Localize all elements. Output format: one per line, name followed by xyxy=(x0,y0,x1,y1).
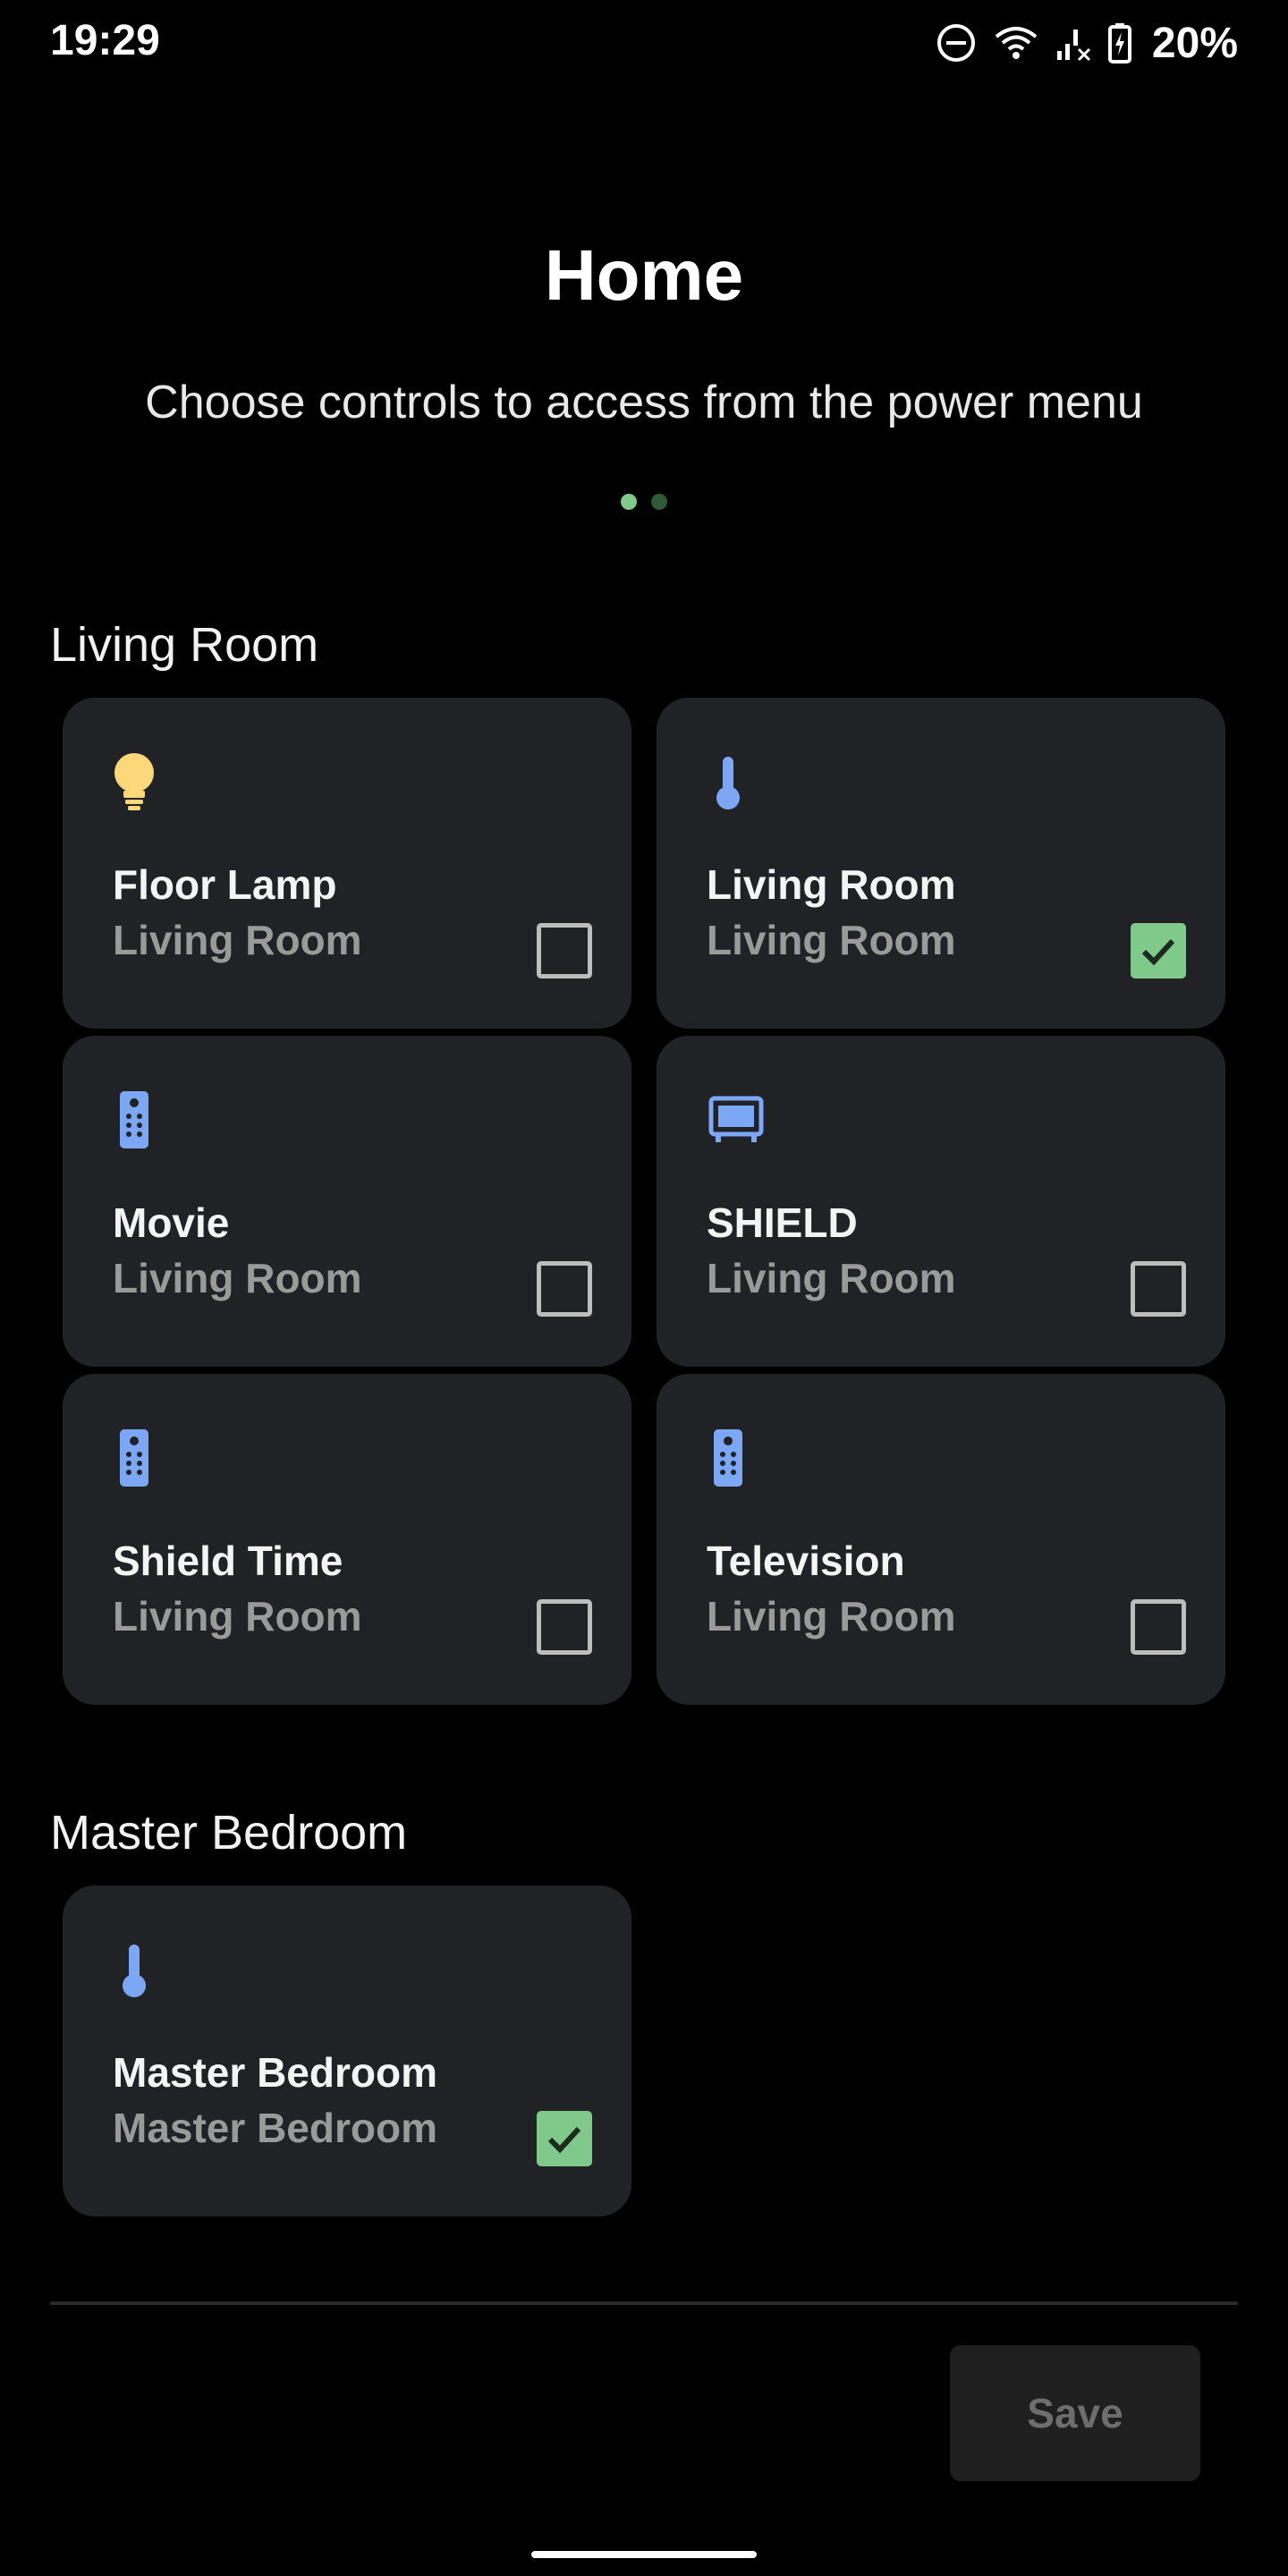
status-bar: 19:29 20% xyxy=(0,0,1288,86)
thermometer-icon xyxy=(716,757,740,809)
status-time: 19:29 xyxy=(50,17,160,64)
page-title: Home xyxy=(544,235,744,315)
signal-no-service-icon xyxy=(1056,30,1090,62)
control-subtitle: Living Room xyxy=(707,917,956,963)
control-title: Television xyxy=(707,1538,905,1584)
page-dot-inactive xyxy=(651,494,667,510)
control-card-shield-time[interactable]: Shield Time Living Room xyxy=(63,1374,631,1705)
control-title: Master Bedroom xyxy=(113,2049,437,2096)
home-indicator[interactable] xyxy=(531,2551,757,2558)
favorite-checkbox[interactable] xyxy=(537,2111,592,2166)
control-title: Shield Time xyxy=(113,1538,343,1584)
remote-icon xyxy=(120,1091,148,1148)
control-card-television[interactable]: Television Living Room xyxy=(657,1374,1225,1705)
battery-charging-icon xyxy=(1107,23,1131,64)
favorite-checkbox[interactable] xyxy=(537,1599,592,1655)
control-subtitle: Living Room xyxy=(707,1255,956,1301)
save-button[interactable]: Save xyxy=(950,2345,1200,2481)
control-title: Movie xyxy=(113,1199,230,1246)
check-icon xyxy=(1141,938,1175,966)
favorite-checkbox[interactable] xyxy=(1131,923,1186,979)
status-icons: 20% xyxy=(936,16,1238,70)
control-subtitle: Living Room xyxy=(707,1593,956,1640)
section-title-living-room: Living Room xyxy=(50,618,319,672)
control-subtitle: Master Bedroom xyxy=(113,2105,437,2151)
tv-icon xyxy=(708,1096,764,1142)
battery-percentage: 20% xyxy=(1151,19,1238,67)
control-card-shield[interactable]: SHIELD Living Room xyxy=(657,1036,1225,1367)
page-indicator xyxy=(0,494,1288,510)
section-title-master-bedroom: Master Bedroom xyxy=(50,1806,408,1860)
footer-divider xyxy=(50,2301,1238,2305)
control-subtitle: Living Room xyxy=(113,1593,362,1640)
lightbulb-icon xyxy=(114,753,154,810)
favorite-checkbox[interactable] xyxy=(537,923,592,979)
control-card-movie[interactable]: Movie Living Room xyxy=(63,1036,631,1367)
favorite-checkbox[interactable] xyxy=(537,1261,592,1317)
page-dot-active xyxy=(621,494,637,510)
remote-icon xyxy=(120,1429,148,1487)
thermometer-icon xyxy=(123,1945,146,1997)
control-title: Living Room xyxy=(707,861,956,908)
do-not-disturb-icon xyxy=(936,24,975,62)
control-card-floor-lamp[interactable]: Floor Lamp Living Room xyxy=(63,698,631,1029)
page-subtitle: Choose controls to access from the power… xyxy=(145,377,1143,428)
control-title: SHIELD xyxy=(707,1199,858,1246)
favorite-checkbox[interactable] xyxy=(1131,1261,1186,1317)
favorite-checkbox[interactable] xyxy=(1131,1599,1186,1655)
check-icon xyxy=(547,2126,581,2154)
control-card-master-bedroom-thermostat[interactable]: Master Bedroom Master Bedroom xyxy=(63,1885,631,2216)
wifi-icon xyxy=(995,27,1038,59)
control-subtitle: Living Room xyxy=(113,917,362,963)
control-subtitle: Living Room xyxy=(113,1255,362,1301)
control-title: Floor Lamp xyxy=(113,861,337,908)
remote-icon xyxy=(714,1429,742,1487)
control-card-living-room-thermostat[interactable]: Living Room Living Room xyxy=(657,698,1225,1029)
